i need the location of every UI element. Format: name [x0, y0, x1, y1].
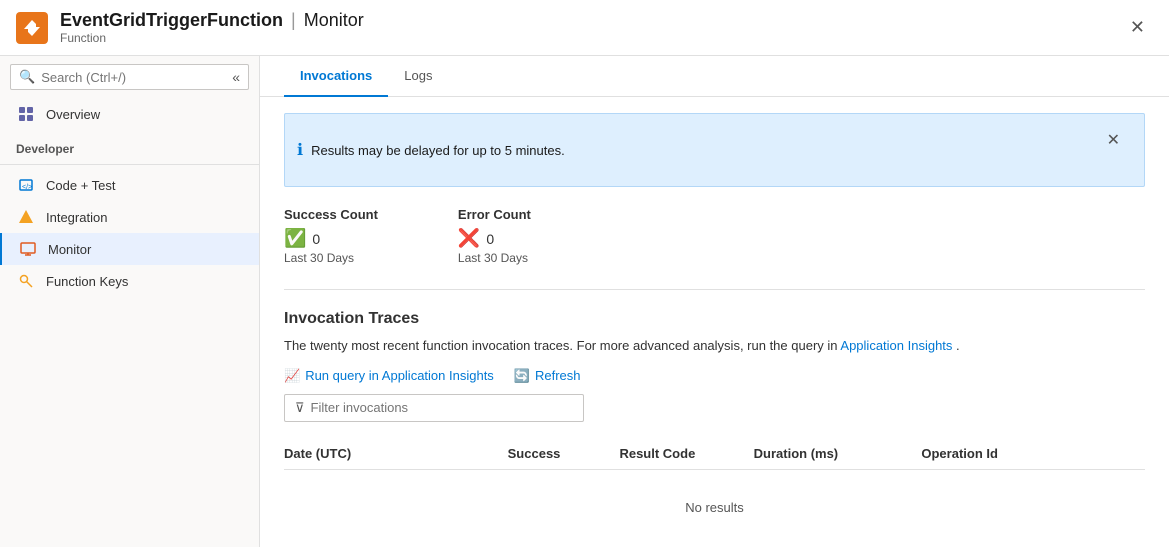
stats-divider — [284, 289, 1145, 290]
tabs-bar: Invocations Logs — [260, 56, 1169, 97]
error-count-value: 0 — [486, 231, 494, 247]
search-icon: 🔍 — [19, 69, 35, 85]
search-input[interactable] — [41, 70, 228, 85]
chart-icon: 📈 — [284, 368, 300, 384]
sidebar-divider — [0, 164, 259, 165]
app-insights-link[interactable]: Application Insights — [840, 338, 952, 353]
error-count-value-row: ❌ 0 — [458, 228, 531, 249]
desc-suffix: . — [956, 338, 960, 353]
sidebar-item-function-keys[interactable]: Function Keys — [0, 265, 259, 297]
success-count-value: 0 — [312, 231, 320, 247]
sidebar-item-monitor-label: Monitor — [48, 242, 91, 257]
sidebar-item-integration-label: Integration — [46, 210, 107, 225]
sub-label: Function — [60, 31, 364, 45]
success-count-sub: Last 30 Days — [284, 251, 378, 265]
title-separator: | — [291, 10, 296, 31]
content-area: ℹ Results may be delayed for up to 5 min… — [260, 97, 1169, 547]
success-icon: ✅ — [284, 228, 306, 249]
page-name: Monitor — [304, 10, 364, 31]
refresh-button[interactable]: 🔄 Refresh — [514, 368, 581, 384]
app-name: EventGridTriggerFunction — [60, 10, 283, 31]
tab-invocations[interactable]: Invocations — [284, 56, 388, 97]
stats-row: Success Count ✅ 0 Last 30 Days Error Cou… — [284, 207, 1145, 265]
success-count-value-row: ✅ 0 — [284, 228, 378, 249]
table-header: Date (UTC) Success Result Code Duration … — [284, 438, 1145, 470]
table-container: Date (UTC) Success Result Code Duration … — [284, 438, 1145, 545]
sidebar-item-code-test[interactable]: </> Code + Test — [0, 169, 259, 201]
sidebar-item-monitor[interactable]: Monitor — [0, 233, 259, 265]
search-box[interactable]: 🔍 « — [10, 64, 249, 90]
info-icon: ℹ — [297, 140, 303, 160]
sidebar-item-code-label: Code + Test — [46, 178, 116, 193]
tab-logs[interactable]: Logs — [388, 56, 448, 97]
no-results-message: No results — [284, 470, 1145, 545]
overview-icon — [16, 106, 36, 122]
success-count-label: Success Count — [284, 207, 378, 222]
invocation-traces-title: Invocation Traces — [284, 310, 1145, 328]
monitor-icon — [18, 241, 38, 257]
th-date: Date (UTC) — [284, 446, 508, 461]
error-count-sub: Last 30 Days — [458, 251, 531, 265]
sidebar-section-developer: Developer — [0, 130, 259, 160]
code-icon: </> — [16, 177, 36, 193]
desc-text: The twenty most recent function invocati… — [284, 338, 838, 353]
title-bar: EventGridTriggerFunction | Monitor Funct… — [0, 0, 1169, 56]
refresh-icon: 🔄 — [514, 368, 530, 384]
action-bar: 📈 Run query in Application Insights 🔄 Re… — [284, 368, 1145, 384]
invocation-traces-section: Invocation Traces The twenty most recent… — [284, 310, 1145, 545]
error-count-label: Error Count — [458, 207, 531, 222]
filter-box[interactable]: ⊽ — [284, 394, 584, 422]
integration-icon — [16, 209, 36, 225]
error-icon: ❌ — [458, 228, 480, 249]
th-result-code: Result Code — [619, 446, 753, 461]
sidebar-item-overview[interactable]: Overview — [0, 98, 259, 130]
title-text: EventGridTriggerFunction | Monitor Funct… — [60, 10, 364, 45]
sidebar-item-integration[interactable]: Integration — [0, 201, 259, 233]
th-success: Success — [508, 446, 620, 461]
svg-text:</>: </> — [22, 184, 32, 191]
run-query-button[interactable]: 📈 Run query in Application Insights — [284, 368, 494, 384]
refresh-label: Refresh — [535, 368, 581, 383]
info-banner-message: Results may be delayed for up to 5 minut… — [311, 143, 565, 158]
success-count-block: Success Count ✅ 0 Last 30 Days — [284, 207, 378, 265]
collapse-button[interactable]: « — [232, 69, 240, 85]
th-operation-id: Operation Id — [921, 446, 1145, 461]
filter-input[interactable] — [311, 400, 573, 415]
main-content: Invocations Logs ℹ Results may be delaye… — [260, 56, 1169, 547]
app-icon — [16, 12, 48, 44]
info-banner: ℹ Results may be delayed for up to 5 min… — [284, 113, 1145, 187]
error-count-block: Error Count ❌ 0 Last 30 Days — [458, 207, 531, 265]
close-button[interactable]: ✕ — [1122, 13, 1153, 42]
sidebar-item-function-keys-label: Function Keys — [46, 274, 128, 289]
run-query-label: Run query in Application Insights — [305, 368, 494, 383]
banner-close-button[interactable]: ✕ — [1095, 122, 1132, 158]
filter-icon: ⊽ — [295, 400, 305, 416]
sidebar-item-overview-label: Overview — [46, 107, 100, 122]
sidebar: 🔍 « Overview Developer </> Code + Test I… — [0, 56, 260, 547]
th-duration: Duration (ms) — [754, 446, 922, 461]
keys-icon — [16, 273, 36, 289]
invocation-traces-desc: The twenty most recent function invocati… — [284, 336, 1145, 356]
